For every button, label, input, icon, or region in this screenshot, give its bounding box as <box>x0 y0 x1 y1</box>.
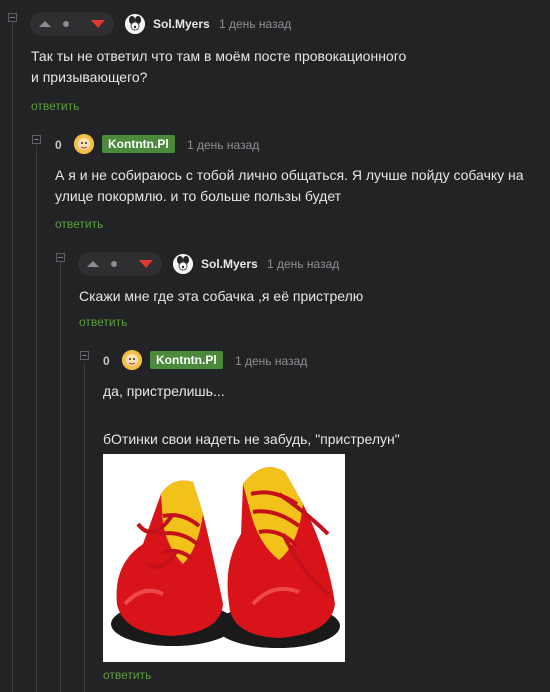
avatar-dog-icon <box>125 14 145 34</box>
avatar-face-icon <box>74 134 94 154</box>
username[interactable]: Sol.Myers <box>201 257 258 271</box>
comment-text: Скажи мне где эта собачка ,я её пристрел… <box>79 288 364 304</box>
vote-controls <box>30 12 114 36</box>
thread-line-level-3[interactable] <box>60 262 61 692</box>
clown-shoes-illustration <box>111 467 340 648</box>
downvote-icon[interactable] <box>139 260 153 268</box>
rating-dot-icon <box>111 261 117 267</box>
thread-line-level-4[interactable] <box>84 362 85 692</box>
upvote-icon[interactable] <box>39 21 51 27</box>
username-badge[interactable]: Kontntn.Pl <box>102 135 175 153</box>
avatar[interactable] <box>122 350 142 370</box>
reply-link[interactable]: ответить <box>79 315 127 329</box>
downvote-icon[interactable] <box>91 20 105 28</box>
timestamp: 1 день назад <box>219 17 292 31</box>
username-badge[interactable]: Kontntn.Pl <box>150 351 223 369</box>
avatar[interactable] <box>74 134 94 154</box>
username[interactable]: Sol.Myers <box>153 17 210 31</box>
clown-shoes-image[interactable] <box>103 454 345 662</box>
timestamp: 1 день назад <box>235 354 308 368</box>
avatar-face-icon <box>122 350 142 370</box>
comment-text: А я и не собираюсь с тобой лично общатьс… <box>55 167 524 204</box>
collapse-icon[interactable] <box>32 135 41 144</box>
comment-text-line-1: да, пристрелишь... <box>103 383 225 399</box>
reply-link[interactable]: ответить <box>55 217 103 231</box>
avatar[interactable] <box>125 14 145 34</box>
rating-value: 0 <box>55 138 62 152</box>
avatar-dog-icon <box>173 254 193 274</box>
collapse-icon[interactable] <box>56 253 65 262</box>
upvote-icon[interactable] <box>87 261 99 267</box>
comment-text-line-2: бОтинки свои надеть не забудь, "пристрел… <box>103 431 400 447</box>
vote-controls <box>78 252 162 276</box>
timestamp: 1 день назад <box>187 138 260 152</box>
avatar[interactable] <box>173 254 193 274</box>
rating-value: 0 <box>103 354 110 368</box>
collapse-icon[interactable] <box>80 351 89 360</box>
reply-link[interactable]: ответить <box>31 99 79 113</box>
reply-link[interactable]: ответить <box>103 668 151 682</box>
thread-line-level-1[interactable] <box>12 22 13 692</box>
rating-dot-icon <box>63 21 69 27</box>
comment-text: Так ты не ответил что там в моём посте п… <box>31 48 407 85</box>
collapse-icon[interactable] <box>8 13 17 22</box>
thread-line-level-2[interactable] <box>36 145 37 692</box>
timestamp: 1 день назад <box>267 257 340 271</box>
